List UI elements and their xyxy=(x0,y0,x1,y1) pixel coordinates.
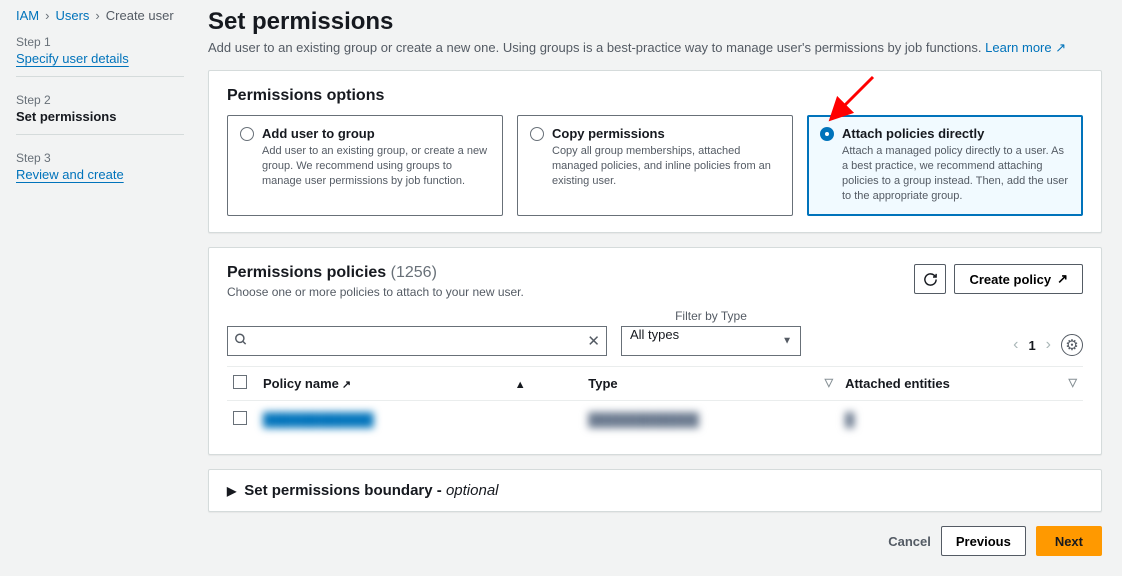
external-link-icon: ↗ xyxy=(1057,271,1068,287)
attached-count: █ xyxy=(845,412,854,427)
pagination: ‹ 1 › ⚙ xyxy=(1013,334,1083,356)
page-subtitle: Add user to an existing group or create … xyxy=(208,40,1102,56)
optional-label: optional xyxy=(446,482,499,499)
type-select[interactable]: All types xyxy=(621,326,801,356)
page-title: Set permissions xyxy=(208,8,1102,36)
step-label[interactable]: Specify user details xyxy=(16,51,184,66)
external-link-icon: ↗ xyxy=(342,379,351,391)
col-attached-entities[interactable]: Attached entities ▽ xyxy=(839,367,1083,401)
external-link-icon: ↗ xyxy=(1055,40,1066,55)
refresh-icon xyxy=(923,272,938,287)
breadcrumb-current: Create user xyxy=(106,8,174,23)
option-title: Copy permissions xyxy=(552,126,665,141)
policies-table: Policy name↗ ▲ Type ▽ Attached entities … xyxy=(227,366,1083,438)
footer-actions: Cancel Previous Next xyxy=(208,526,1102,556)
row-checkbox[interactable] xyxy=(233,411,247,425)
option-desc: Copy all group memberships, attached man… xyxy=(552,144,780,189)
step-number: Step 2 xyxy=(16,93,184,107)
breadcrumb: IAM › Users › Create user xyxy=(16,8,184,23)
policies-heading: Permissions policies (1256) xyxy=(227,264,437,281)
table-row[interactable]: ████████████ ████████████ █ xyxy=(227,401,1083,439)
previous-button[interactable]: Previous xyxy=(941,526,1026,556)
next-page-icon[interactable]: › xyxy=(1046,336,1051,354)
chevron-right-icon: › xyxy=(95,8,99,23)
step-number: Step 1 xyxy=(16,35,184,49)
option-title: Attach policies directly xyxy=(842,126,984,141)
filter-type-label: Filter by Type xyxy=(621,309,801,323)
sort-asc-icon: ▲ xyxy=(515,379,526,391)
filter-icon[interactable]: ▽ xyxy=(1069,376,1077,389)
filter-icon[interactable]: ▽ xyxy=(825,376,833,389)
step-number: Step 3 xyxy=(16,151,184,165)
gear-icon: ⚙ xyxy=(1065,336,1078,354)
cancel-button[interactable]: Cancel xyxy=(888,534,931,549)
step-1[interactable]: Step 1 Specify user details xyxy=(16,35,184,77)
radio-icon[interactable] xyxy=(240,127,254,141)
search-input[interactable] xyxy=(227,326,607,356)
policies-count: (1256) xyxy=(391,264,437,281)
permissions-options-panel: Permissions options Add user to group xyxy=(208,70,1102,233)
option-title: Add user to group xyxy=(262,126,375,141)
step-label: Set permissions xyxy=(16,109,184,124)
step-label[interactable]: Review and create xyxy=(16,167,184,182)
chevron-right-icon: › xyxy=(45,8,49,23)
page-number: 1 xyxy=(1028,338,1035,353)
main-content: Set permissions Add user to an existing … xyxy=(200,0,1122,576)
radio-icon[interactable] xyxy=(530,127,544,141)
col-policy-name[interactable]: Policy name↗ ▲ xyxy=(257,367,582,401)
permissions-options-heading: Permissions options xyxy=(227,87,1083,105)
permissions-policies-panel: Permissions policies (1256) Choose one o… xyxy=(208,247,1102,455)
step-3[interactable]: Step 3 Review and create xyxy=(16,151,184,192)
option-desc: Add user to an existing group, or create… xyxy=(262,144,490,189)
refresh-button[interactable] xyxy=(914,264,946,294)
breadcrumb-iam[interactable]: IAM xyxy=(16,8,39,23)
policy-name-link[interactable]: ████████████ xyxy=(263,412,374,427)
clear-icon[interactable]: ✕ xyxy=(587,332,600,350)
next-button[interactable]: Next xyxy=(1036,526,1102,556)
prev-page-icon[interactable]: ‹ xyxy=(1013,336,1018,354)
col-type[interactable]: Type ▽ xyxy=(582,367,839,401)
option-attach-directly[interactable]: Attach policies directly Attach a manage… xyxy=(807,115,1083,216)
option-add-to-group[interactable]: Add user to group Add user to an existin… xyxy=(227,115,503,216)
policy-type: ████████████ xyxy=(588,412,699,427)
create-policy-button[interactable]: Create policy ↗ xyxy=(954,264,1083,294)
radio-icon[interactable] xyxy=(820,127,834,141)
breadcrumb-users[interactable]: Users xyxy=(55,8,89,23)
select-all-checkbox[interactable] xyxy=(233,375,247,389)
permissions-boundary-panel[interactable]: ▶ Set permissions boundary - optional xyxy=(208,469,1102,512)
step-2: Step 2 Set permissions xyxy=(16,93,184,135)
boundary-toggle[interactable]: ▶ Set permissions boundary - optional xyxy=(227,482,1083,499)
policies-subheading: Choose one or more policies to attach to… xyxy=(227,285,524,299)
search-field-wrap: ✕ xyxy=(227,326,607,356)
learn-more-link[interactable]: Learn more ↗ xyxy=(985,40,1066,55)
option-copy-permissions[interactable]: Copy permissions Copy all group membersh… xyxy=(517,115,793,216)
option-desc: Attach a managed policy directly to a us… xyxy=(842,144,1070,203)
wizard-sidebar: IAM › Users › Create user Step 1 Specify… xyxy=(0,0,200,576)
caret-right-icon: ▶ xyxy=(227,484,236,498)
settings-button[interactable]: ⚙ xyxy=(1061,334,1083,356)
search-icon xyxy=(234,333,248,350)
